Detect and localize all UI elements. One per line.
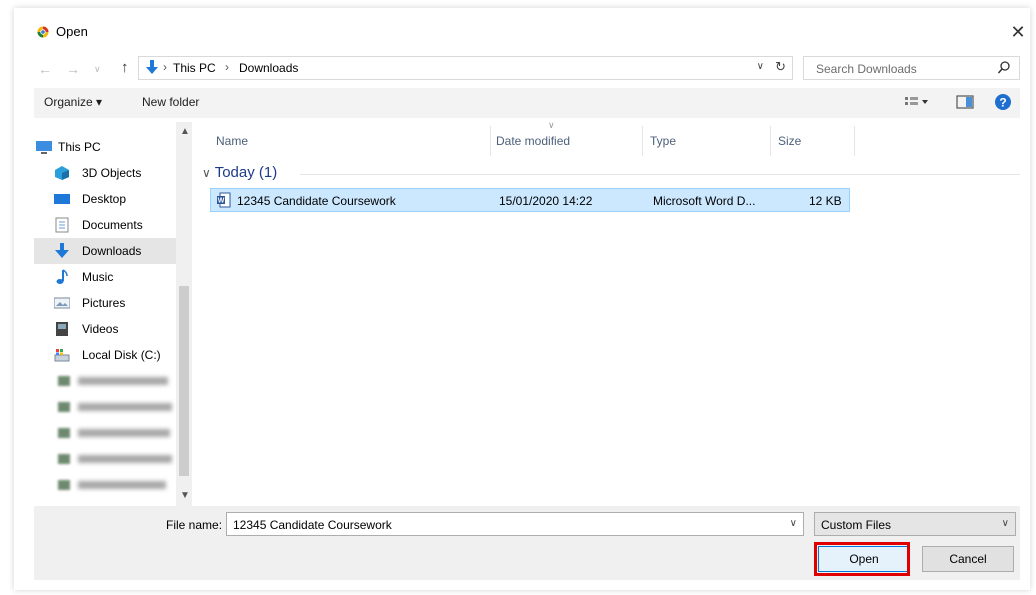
downloads-icon <box>55 243 69 258</box>
svg-text:W: W <box>218 198 225 205</box>
scrollbar-thumb[interactable] <box>179 286 189 476</box>
group-divider <box>300 174 1020 175</box>
file-row[interactable]: W 12345 Candidate Coursework 15/01/2020 … <box>210 188 850 212</box>
help-icon[interactable]: ? <box>994 93 1012 111</box>
file-name: 12345 Candidate Coursework <box>237 194 396 208</box>
sidebar-item-label: Music <box>82 270 114 284</box>
sidebar-item-desktop[interactable]: Desktop <box>34 186 176 212</box>
word-document-icon: W <box>217 192 231 208</box>
cancel-button[interactable]: Cancel <box>922 546 1014 572</box>
back-arrow-icon[interactable]: ← <box>38 61 52 77</box>
sidebar-item-pictures[interactable]: Pictures <box>34 290 176 316</box>
column-header-name[interactable]: Name <box>216 134 248 148</box>
group-header-today[interactable]: ∨ Today (1) <box>202 164 277 181</box>
chevron-down-icon: ∨ <box>1001 518 1009 529</box>
file-name-value: 12345 Candidate Coursework <box>233 518 392 532</box>
up-arrow-icon[interactable]: ↑ <box>121 59 129 76</box>
column-divider[interactable] <box>854 126 855 156</box>
column-divider[interactable] <box>642 126 643 156</box>
sidebar-item-this-pc[interactable]: This PC <box>34 134 176 160</box>
scroll-up-arrow-icon[interactable]: ▲ <box>180 126 190 137</box>
sidebar-item-local-disk[interactable]: Local Disk (C:) <box>34 342 176 368</box>
3d-objects-icon <box>55 166 69 180</box>
sidebar-item-label: Local Disk (C:) <box>82 348 161 362</box>
column-divider[interactable] <box>770 126 771 156</box>
change-view-icon[interactable] <box>904 93 930 111</box>
sidebar-item-label: Videos <box>82 322 119 336</box>
new-folder-button[interactable]: New folder <box>142 95 199 109</box>
forward-arrow-icon[interactable]: → <box>66 61 80 77</box>
navigation-row: ← → ∨ ↑ › This PC › Downloads ∨ ↻ Search… <box>14 54 1030 84</box>
sidebar-item-label: Pictures <box>82 296 126 310</box>
file-name-label: File name: <box>166 518 223 532</box>
open-file-dialog: Open ✕ ← → ∨ ↑ › This PC › Downloads ∨ ↻… <box>14 8 1030 590</box>
sidebar-item-3d-objects[interactable]: 3D Objects <box>34 160 176 186</box>
search-icon[interactable] <box>997 60 1011 76</box>
local-disk-icon <box>54 349 70 362</box>
sidebar-item-documents[interactable]: Documents <box>34 212 176 238</box>
search-box[interactable]: Search Downloads <box>803 56 1020 80</box>
sidebar-item-music[interactable]: Music <box>34 264 176 290</box>
organize-button[interactable]: Organize ▾ <box>44 95 102 109</box>
documents-icon <box>55 217 69 233</box>
title-bar: Open ✕ <box>14 8 1030 54</box>
file-type-value: Custom Files <box>821 518 892 532</box>
breadcrumb-this-pc[interactable]: This PC <box>173 61 216 75</box>
chrome-app-icon <box>37 26 49 38</box>
file-list: ∨ Name Date modified Type Size ∨ Today (… <box>200 120 1020 506</box>
column-header-date-modified[interactable]: Date modified <box>496 134 570 148</box>
sidebar-item-label: This PC <box>58 140 101 154</box>
open-button-highlight-box <box>814 542 910 576</box>
svg-text:?: ? <box>999 96 1006 110</box>
sidebar-item-label: Downloads <box>82 244 142 258</box>
group-header-label: Today (1) <box>214 164 278 181</box>
column-header-size[interactable]: Size <box>778 134 801 148</box>
group-collapse-chevron-icon[interactable]: ∨ <box>202 166 211 180</box>
navigation-pane-scrollbar[interactable]: ▲ ▼ <box>176 122 192 506</box>
preview-pane-icon[interactable] <box>956 95 974 109</box>
breadcrumb-separator: › <box>163 60 167 74</box>
videos-icon <box>56 322 68 336</box>
address-bar[interactable]: › This PC › Downloads ∨ ↻ <box>138 56 793 80</box>
file-type: Microsoft Word D... <box>653 194 756 208</box>
navigation-pane: This PC 3D Objects Desktop Documents Dow… <box>34 122 192 506</box>
address-dropdown-icon[interactable]: ∨ <box>757 61 764 72</box>
window-title: Open <box>56 24 88 39</box>
file-date-modified: 15/01/2020 14:22 <box>499 194 593 208</box>
close-icon: ✕ <box>1010 22 1026 42</box>
breadcrumb-downloads[interactable]: Downloads <box>239 61 298 75</box>
column-divider[interactable] <box>490 126 491 156</box>
dialog-footer: File name: 12345 Candidate Coursework ∨ … <box>34 506 1020 580</box>
music-icon <box>56 269 68 284</box>
close-button[interactable]: ✕ <box>1006 20 1030 44</box>
file-size: 12 KB <box>809 194 842 208</box>
search-placeholder: Search Downloads <box>816 62 917 76</box>
sidebar-item-label: 3D Objects <box>82 166 142 180</box>
column-header-type[interactable]: Type <box>650 134 676 148</box>
recent-locations-chevron-icon[interactable]: ∨ <box>94 64 101 75</box>
refresh-icon[interactable]: ↻ <box>775 59 786 75</box>
file-type-select[interactable]: Custom Files ∨ <box>814 512 1016 536</box>
file-name-input[interactable]: 12345 Candidate Coursework ∨ <box>226 512 804 536</box>
computer-icon <box>36 141 52 154</box>
sidebar-item-videos[interactable]: Videos <box>34 316 176 342</box>
desktop-icon <box>54 194 70 204</box>
command-toolbar: Organize ▾ New folder ? <box>34 88 1020 118</box>
pictures-icon <box>54 297 70 309</box>
file-name-dropdown-icon[interactable]: ∨ <box>790 518 797 529</box>
breadcrumb-separator: › <box>225 60 229 74</box>
sort-indicator-icon: ∨ <box>548 120 555 130</box>
sidebar-item-label: Desktop <box>82 192 127 206</box>
scroll-down-arrow-icon[interactable]: ▼ <box>180 490 190 501</box>
sidebar-item-downloads[interactable]: Downloads <box>34 238 176 264</box>
downloads-folder-icon <box>146 60 158 74</box>
sidebar-item-label: Documents <box>82 218 143 232</box>
